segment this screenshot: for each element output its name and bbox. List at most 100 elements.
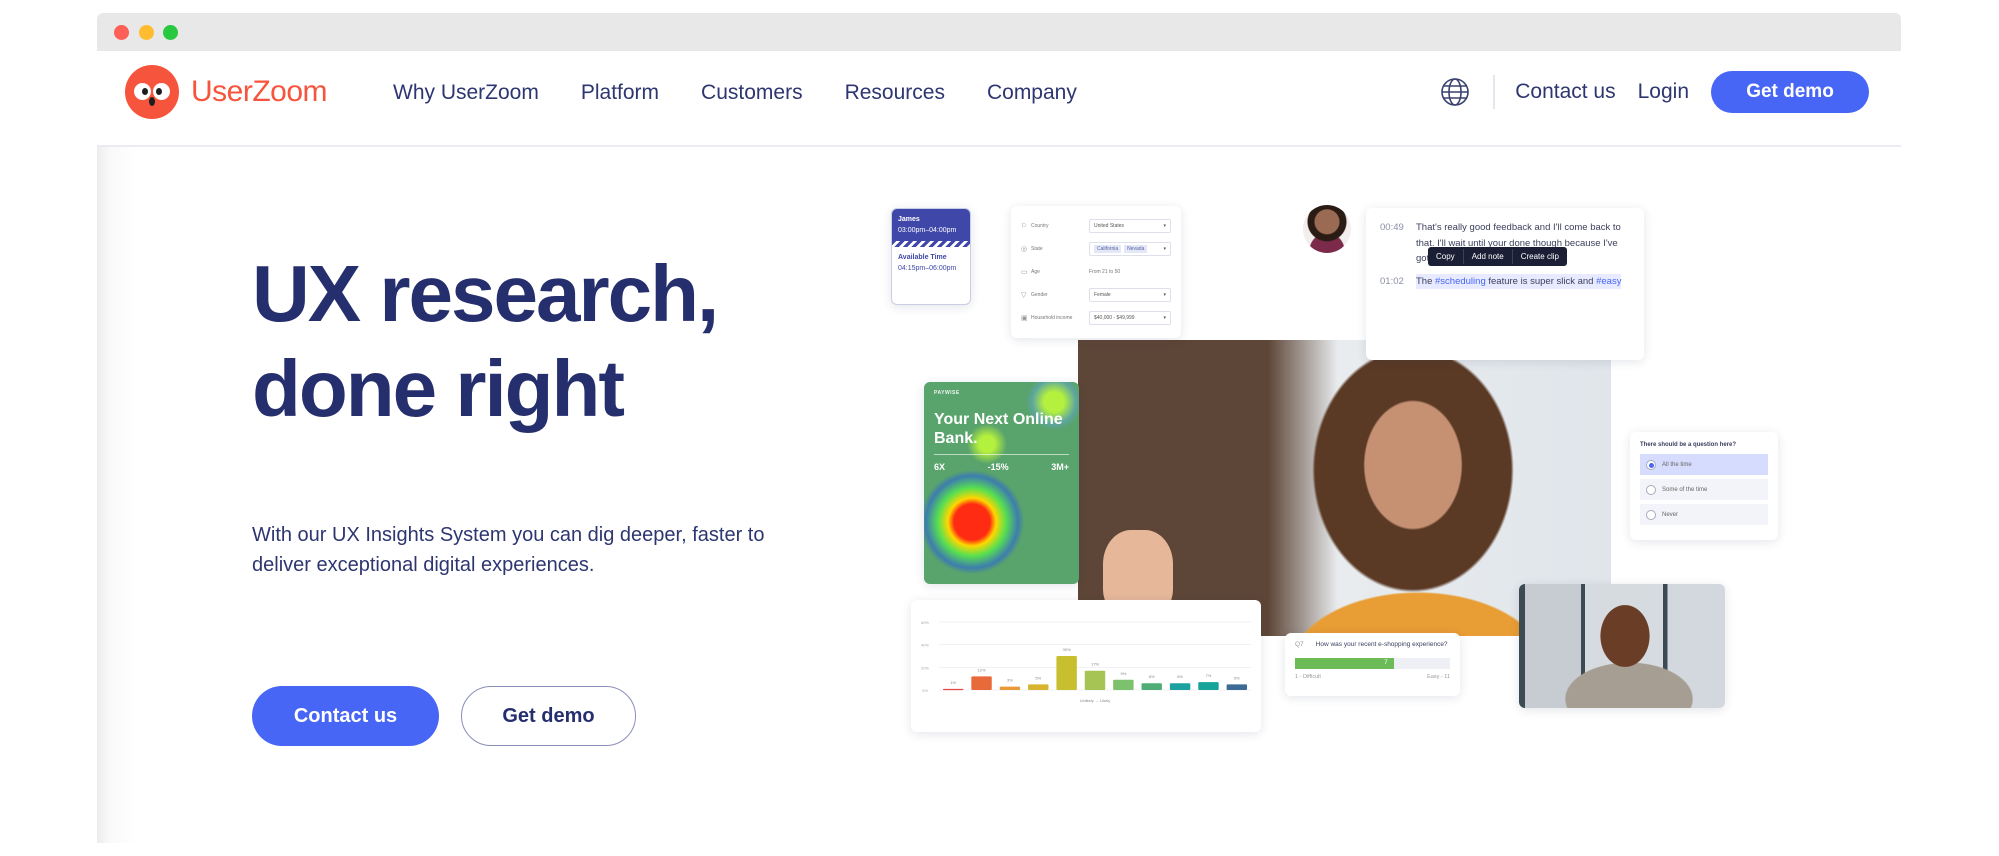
state-select[interactable]: California Nevada ▾ bbox=[1089, 241, 1171, 256]
flag-icon: ⚐ bbox=[1021, 222, 1028, 230]
schedule-card: James 03:00pm–04:00pm Available Time 04:… bbox=[891, 208, 971, 305]
schedule-name: James bbox=[898, 216, 920, 223]
nav-login[interactable]: Login bbox=[1638, 80, 1689, 104]
bar-data-label: 17% bbox=[1091, 662, 1099, 667]
bar-data-label: 12% bbox=[978, 667, 986, 672]
bar-data-label: 6% bbox=[1177, 674, 1183, 679]
window-titlebar bbox=[97, 13, 1901, 51]
chart-bar bbox=[1198, 682, 1219, 690]
y-tick-label: 20% bbox=[921, 665, 929, 670]
age-range[interactable]: From 21 to 50 bbox=[1089, 269, 1120, 275]
bar-data-label: 5% bbox=[1234, 675, 1240, 680]
hero-title-line2: done right bbox=[252, 344, 625, 433]
filter-row: ◎ State California Nevada ▾ bbox=[1021, 237, 1171, 260]
bar-data-label: 5% bbox=[1035, 675, 1041, 680]
radio-option[interactable]: All the time bbox=[1640, 454, 1768, 475]
results-bar-chart: 0% 20% 40% 60% 1% 12% 3% 5% 30% 17% 9% 6% 6% 7% 5% Unli… bbox=[921, 620, 1251, 703]
radio-question-card: There should be a question here? All the… bbox=[1630, 432, 1778, 540]
y-tick-label: 60% bbox=[921, 620, 929, 625]
chart-bar bbox=[1028, 684, 1049, 690]
money-icon: ▣ bbox=[1021, 314, 1028, 322]
hero-actions: Contact us Get demo bbox=[252, 686, 636, 746]
x-axis-label: Unlikely → Likely bbox=[1080, 698, 1110, 703]
nav-get-demo-button[interactable]: Get demo bbox=[1711, 71, 1869, 113]
hero-title-line1: UX research, bbox=[252, 249, 719, 338]
bar-data-label: 30% bbox=[1063, 647, 1071, 652]
owl-logo-icon bbox=[125, 65, 179, 119]
audience-filters-card: ⚐ Country United States ▾ ◎ State Califor… bbox=[1011, 206, 1181, 338]
filter-row: ▣ Household income $40,000 - $49,999 ▾ bbox=[1021, 306, 1171, 329]
chart-bar bbox=[942, 688, 964, 691]
filter-row: ▭ Age From 21 to 50 bbox=[1021, 268, 1121, 276]
y-tick-label: 0% bbox=[922, 688, 928, 693]
heatmap-stat: -15% bbox=[987, 462, 1009, 472]
hero-title: UX research, done right bbox=[252, 246, 719, 436]
radio-question-text: There should be a question here? bbox=[1640, 442, 1737, 448]
gender-icon: ▽ bbox=[1021, 291, 1027, 299]
nav-why-userzoom[interactable]: Why UserZoom bbox=[393, 81, 539, 105]
schedule-available-label: Available Time bbox=[898, 254, 947, 261]
hero-subtitle: With our UX Insights System you can dig … bbox=[252, 524, 765, 576]
cake-icon: ▭ bbox=[1021, 268, 1028, 276]
survey-question-card: Q7 How was your recent e-shopping experi… bbox=[1285, 633, 1460, 696]
heatmap-brand: PAYWISE bbox=[934, 390, 960, 396]
nav-contact-us[interactable]: Contact us bbox=[1515, 80, 1615, 104]
close-window-button[interactable] bbox=[114, 25, 129, 40]
rating-slider[interactable]: 7 bbox=[1295, 658, 1450, 669]
filter-row: ⚐ Country United States ▾ bbox=[1021, 214, 1171, 237]
maximize-window-button[interactable] bbox=[163, 25, 178, 40]
chart-bar bbox=[999, 686, 1021, 690]
income-select[interactable]: $40,000 - $49,999 ▾ bbox=[1089, 310, 1171, 325]
bar-data-label: 9% bbox=[1120, 671, 1126, 676]
country-select[interactable]: United States ▾ bbox=[1089, 218, 1171, 233]
chart-bar bbox=[1226, 684, 1248, 690]
radio-option[interactable]: Never bbox=[1640, 504, 1768, 525]
create-clip-button[interactable]: Create clip bbox=[1513, 249, 1567, 265]
nav-platform[interactable]: Platform bbox=[581, 81, 659, 105]
bar-data-label: 6% bbox=[1149, 674, 1155, 679]
results-chart-card: 0% 20% 40% 60% 1% 12% 3% 5% 30% 17% 9% 6% 6% 7% 5% Unli… bbox=[911, 600, 1261, 732]
transcript-card: 00:49 That's really good feedback and I'… bbox=[1366, 208, 1644, 360]
copy-button[interactable]: Copy bbox=[1428, 248, 1464, 265]
minimize-window-button[interactable] bbox=[139, 25, 154, 40]
hashtag-easy[interactable]: #easy bbox=[1596, 276, 1621, 287]
y-tick-label: 40% bbox=[921, 643, 929, 648]
top-nav: UserZoom Why UserZoom Platform Customers… bbox=[97, 51, 1901, 147]
min-label: 1 - Difficult bbox=[1295, 674, 1321, 680]
nav-customers[interactable]: Customers bbox=[701, 81, 803, 105]
nav-actions: Contact us Login Get demo bbox=[1439, 71, 1869, 113]
schedule-available-time: 04:15pm–06:00pm bbox=[898, 265, 957, 272]
bar-data-label: 1% bbox=[950, 680, 956, 685]
logo-text: UserZoom bbox=[191, 75, 328, 108]
radio-option[interactable]: Some of the time bbox=[1640, 479, 1768, 500]
logo[interactable]: UserZoom bbox=[125, 65, 328, 119]
hero-contact-us-button[interactable]: Contact us bbox=[252, 686, 439, 746]
globe-icon[interactable] bbox=[1439, 76, 1471, 108]
question-text: How was your recent e-shopping experienc… bbox=[1315, 641, 1448, 648]
chart-bar bbox=[1056, 656, 1077, 690]
heatmap-stat: 6X bbox=[934, 462, 946, 472]
heatmap-stat: 3M+ bbox=[1051, 462, 1069, 472]
nav-divider bbox=[1493, 75, 1496, 109]
question-number: Q7 bbox=[1295, 641, 1304, 648]
schedule-booked-time: 03:00pm–04:00pm bbox=[898, 227, 957, 234]
chart-bar bbox=[1113, 679, 1134, 690]
gender-select[interactable]: Female ▾ bbox=[1089, 287, 1171, 302]
rating-fill: 7 bbox=[1295, 658, 1394, 669]
transcript-row: 01:02 The #scheduling feature is super s… bbox=[1380, 273, 1630, 289]
hashtag-scheduling[interactable]: #scheduling bbox=[1435, 276, 1486, 287]
nav-company[interactable]: Company bbox=[987, 81, 1077, 105]
hero-get-demo-button[interactable]: Get demo bbox=[461, 686, 636, 746]
heatmap-headline: Your Next Online Bank. bbox=[934, 410, 1069, 455]
main-nav: Why UserZoom Platform Customers Resource… bbox=[393, 81, 1077, 105]
chart-bar bbox=[971, 676, 992, 690]
max-label: Easy - 11 bbox=[1427, 674, 1450, 680]
add-note-button[interactable]: Add note bbox=[1464, 248, 1513, 265]
chart-bar bbox=[1169, 683, 1191, 690]
pin-icon: ◎ bbox=[1021, 245, 1028, 253]
filter-row: ▽ Gender Female ▾ bbox=[1021, 283, 1171, 306]
bar-data-label: 7% bbox=[1206, 673, 1212, 678]
nav-resources[interactable]: Resources bbox=[845, 81, 945, 105]
chart-bar bbox=[1084, 670, 1106, 690]
bar-data-label: 3% bbox=[1007, 678, 1013, 683]
